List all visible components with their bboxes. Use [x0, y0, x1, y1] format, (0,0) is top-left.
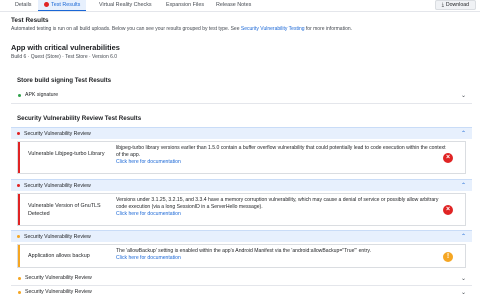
- vuln-card-body: Application allows backup The 'allowBack…: [17, 244, 466, 268]
- collapsed-row-label: Security Vulnerability Review: [25, 275, 92, 281]
- warning-status-icon: [17, 235, 20, 238]
- store-signing-title: Store build signing Test Results: [17, 77, 112, 84]
- vuln-card-body: Vulnerable Version of GnuTLS Detected Ve…: [17, 193, 466, 226]
- app-title: App with critical vulnerabilities: [11, 43, 120, 52]
- test-results-title: Test Results: [11, 17, 49, 24]
- apk-signature-label: APK signature: [25, 92, 59, 98]
- documentation-link[interactable]: Click here for documentation: [116, 255, 446, 262]
- chevron-up-icon: ⌃: [460, 182, 466, 189]
- warning-icon: !: [443, 252, 453, 262]
- vuln-text: libjpeg-turbo library versions earlier t…: [116, 145, 446, 159]
- vuln-name: Vulnerable Libjpeg-turbo Library: [28, 151, 105, 157]
- vuln-description: libjpeg-turbo library versions earlier t…: [116, 145, 446, 167]
- vuln-description: Versions under 3.1.25, 3.2.15, and 3.3.4…: [116, 197, 446, 219]
- divider: [11, 103, 472, 104]
- vuln-card-header[interactable]: Security Vulnerability Review ⌃: [11, 230, 472, 242]
- vuln-collapsed-row[interactable]: Security Vulnerability Review ⌄: [11, 287, 472, 296]
- tab-release-notes[interactable]: Release Notes: [216, 0, 251, 11]
- card-header-label: Security Vulnerability Review: [24, 130, 91, 137]
- vuln-collapsed-row[interactable]: Security Vulnerability Review ⌄: [11, 273, 472, 285]
- app-meta: Build 6 · Quest (Store) · Test Store · V…: [11, 54, 118, 60]
- card-header-label: Security Vulnerability Review: [24, 233, 91, 240]
- download-button[interactable]: ⤓ Download: [434, 0, 476, 10]
- vuln-review-title: Security Vulnerability Review Test Resul…: [17, 115, 142, 122]
- apk-signature-row[interactable]: APK signature ⌄: [11, 90, 472, 102]
- tab-test-results[interactable]: Test Results: [38, 0, 87, 11]
- vuln-text: The 'allowBackup' setting is enabled wit…: [116, 248, 371, 254]
- error-badge-icon: [44, 1, 49, 7]
- vuln-name: Vulnerable Version of GnuTLS Detected: [28, 203, 101, 217]
- description-text: Automated testing is run on all build up…: [11, 26, 241, 32]
- warning-status-icon: [18, 291, 21, 294]
- security-testing-link[interactable]: Security Vulnerability Testing: [241, 26, 305, 32]
- tab-details[interactable]: Details: [15, 0, 31, 11]
- tab-label: Expansion Files: [166, 2, 205, 8]
- tab-label: Release Notes: [216, 2, 252, 8]
- vuln-text: Versions under 3.1.25, 3.2.15, and 3.3.4…: [116, 197, 439, 211]
- vuln-card-body: Vulnerable Libjpeg-turbo Library libjpeg…: [17, 141, 466, 174]
- tab-expansion-files[interactable]: Expansion Files: [166, 0, 204, 11]
- critical-x-icon: ×: [443, 205, 453, 215]
- severity-bar: [18, 142, 20, 173]
- vuln-description: The 'allowBackup' setting is enabled wit…: [116, 248, 446, 262]
- vuln-card-header[interactable]: Security Vulnerability Review ⌃: [11, 179, 472, 191]
- chevron-down-icon: ⌄: [460, 290, 466, 296]
- test-results-description: Automated testing is run on all build up…: [11, 26, 352, 32]
- divider: [11, 285, 472, 286]
- severity-bar: [18, 194, 20, 225]
- tab-label: Details: [15, 2, 32, 8]
- tab-label: Virtual Reality Checks: [99, 2, 152, 8]
- tab-bar: Details Test Results Virtual Reality Che…: [0, 0, 480, 12]
- download-icon: ⤓: [441, 2, 444, 8]
- pass-status-icon: [18, 94, 21, 97]
- severity-bar: [18, 245, 20, 267]
- tab-label: Test Results: [51, 2, 81, 8]
- chevron-down-icon: ⌄: [460, 93, 466, 99]
- critical-status-icon: [17, 132, 20, 135]
- warning-status-icon: [18, 277, 21, 280]
- critical-status-icon: [17, 184, 20, 187]
- chevron-down-icon: ⌄: [460, 276, 466, 282]
- description-text-suffix: for more information.: [304, 26, 353, 32]
- vuln-card-header[interactable]: Security Vulnerability Review ⌃: [11, 127, 472, 139]
- chevron-up-icon: ⌃: [460, 130, 466, 137]
- documentation-link[interactable]: Click here for documentation: [116, 211, 446, 218]
- critical-x-icon: ×: [443, 153, 453, 163]
- documentation-link[interactable]: Click here for documentation: [116, 159, 446, 166]
- collapsed-row-label: Security Vulnerability Review: [25, 289, 92, 295]
- chevron-up-icon: ⌃: [460, 233, 466, 240]
- vuln-name: Application allows backup: [28, 253, 90, 259]
- download-label: Download: [445, 2, 469, 8]
- card-header-label: Security Vulnerability Review: [24, 182, 91, 189]
- tab-virtual-reality-checks[interactable]: Virtual Reality Checks: [99, 0, 152, 11]
